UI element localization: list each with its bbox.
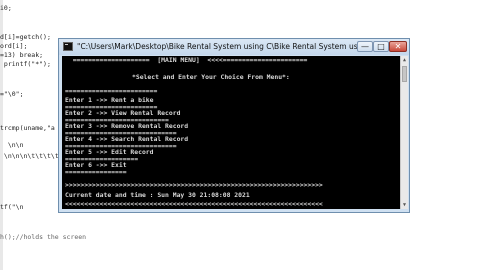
menu-prompt: *Select and Enter Your Choice From Menu*… bbox=[132, 73, 290, 81]
code-line: =13) break; bbox=[0, 51, 44, 59]
current-datetime: Current date and time : Sun May 30 21:08… bbox=[65, 191, 250, 199]
vertical-scrollbar[interactable]: ▲ ▼ bbox=[400, 56, 408, 209]
code-line: trcmp(uname,"a bbox=[0, 124, 55, 132]
code-line: printf("*"); bbox=[0, 60, 51, 68]
close-button[interactable]: ✕ bbox=[389, 41, 407, 52]
code-line: ord[i]; bbox=[0, 42, 28, 50]
code-line: d[i]=getch(); bbox=[0, 33, 51, 41]
menu-option-underline: ================ bbox=[65, 168, 127, 176]
code-line: \n\n bbox=[0, 141, 24, 149]
code-line: h();//holds the screen bbox=[0, 233, 87, 241]
code-line: i0; bbox=[0, 4, 12, 12]
code-line: \n\n\n\t\t\t\t bbox=[0, 152, 59, 160]
menu-divider: ======================== bbox=[65, 87, 158, 95]
scroll-thumb[interactable] bbox=[402, 66, 407, 82]
code-line: tf("\n bbox=[0, 203, 24, 211]
scroll-up-arrow-icon[interactable]: ▲ bbox=[401, 56, 408, 64]
menu-header: ==================== [MAIN MENU] <<<<===… bbox=[65, 56, 308, 64]
title-bar[interactable]: "C:\Users\Mark\Desktop\Bike Rental Syste… bbox=[59, 39, 409, 55]
console-output[interactable]: ==================== [MAIN MENU] <<<<===… bbox=[62, 56, 400, 209]
minimize-button[interactable]: — bbox=[357, 41, 373, 52]
bottom-bar: <<<<<<<<<<<<<<<<<<<<<<<<<<<<<<<<<<<<<<<<… bbox=[65, 200, 323, 208]
console-app-icon bbox=[63, 42, 73, 51]
maximize-button[interactable]: □ bbox=[373, 41, 389, 52]
console-window[interactable]: "C:\Users\Mark\Desktop\Bike Rental Syste… bbox=[58, 38, 410, 213]
scroll-down-arrow-icon[interactable]: ▼ bbox=[401, 201, 408, 209]
window-title: "C:\Users\Mark\Desktop\Bike Rental Syste… bbox=[77, 42, 357, 51]
code-line: ="\0"; bbox=[0, 90, 24, 98]
footer-bar: >>>>>>>>>>>>>>>>>>>>>>>>>>>>>>>>>>>>>>>>… bbox=[65, 181, 323, 189]
